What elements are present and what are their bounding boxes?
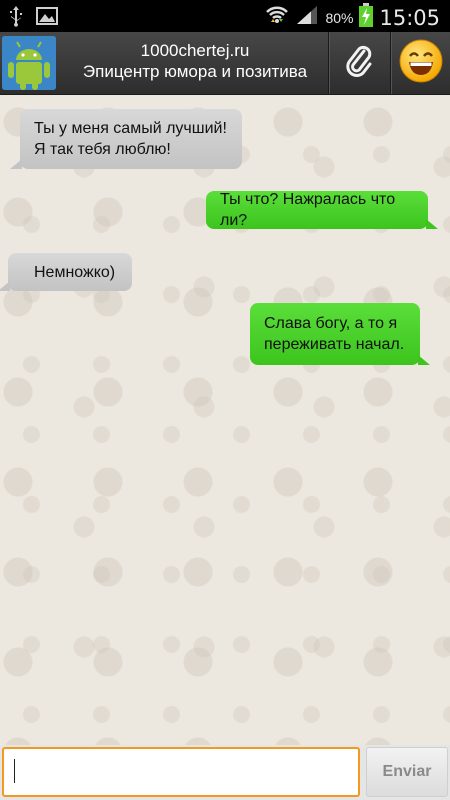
usb-icon [8, 5, 24, 32]
message-bubble-incoming[interactable]: Ты у меня самый лучший! Я так тебя люблю… [10, 109, 242, 169]
battery-charging-icon [359, 3, 374, 32]
message-bubble-outgoing[interactable]: Слава богу, а то я переживать начал. [250, 303, 430, 365]
image-icon [36, 7, 58, 30]
status-bar: 80% 15:05 [0, 0, 450, 32]
attach-button[interactable] [330, 32, 388, 94]
chat-title-block[interactable]: 1000chertej.ru Эпицентр юмора и позитива [70, 40, 320, 82]
message-text: Я так тебя люблю! [34, 141, 171, 158]
message-bubble-incoming[interactable]: Немножко) [0, 253, 132, 291]
clock: 15:05 [379, 5, 440, 30]
bubble-tail [0, 281, 10, 291]
compose-bar: Enviar [0, 745, 450, 800]
chat-header: 1000chertej.ru Эпицентр юмора и позитива [0, 32, 450, 95]
battery-percent: 80% [325, 9, 354, 26]
message-text: Ты у меня самый лучший! [34, 120, 227, 137]
text-caret [14, 759, 15, 783]
message-text: Ты что? Нажралась что ли? [220, 191, 396, 229]
message-text: Слава богу, а то я [264, 315, 398, 332]
message-input[interactable] [2, 747, 360, 797]
android-icon [2, 36, 56, 90]
emoji-button[interactable] [392, 32, 450, 94]
wifi-icon [265, 4, 289, 31]
message-bubble-outgoing[interactable]: Ты что? Нажралась что ли? [206, 191, 438, 229]
chat-title: 1000chertej.ru [140, 41, 250, 60]
smiley-icon [399, 39, 443, 88]
signal-icon [295, 4, 319, 31]
message-text: переживать начал. [264, 336, 405, 353]
paperclip-icon [344, 43, 374, 84]
bubble-tail [10, 159, 22, 169]
bubble-tail [426, 219, 438, 229]
bubble-tail [418, 355, 430, 365]
message-list[interactable]: Ты у меня самый лучший! Я так тебя люблю… [0, 95, 450, 745]
header-divider [328, 32, 329, 94]
chat-subtitle: Эпицентр юмора и позитива [82, 62, 308, 81]
avatar[interactable] [2, 36, 56, 90]
send-button[interactable]: Enviar [366, 747, 448, 797]
header-divider [390, 32, 391, 94]
message-text: Немножко) [34, 263, 116, 281]
